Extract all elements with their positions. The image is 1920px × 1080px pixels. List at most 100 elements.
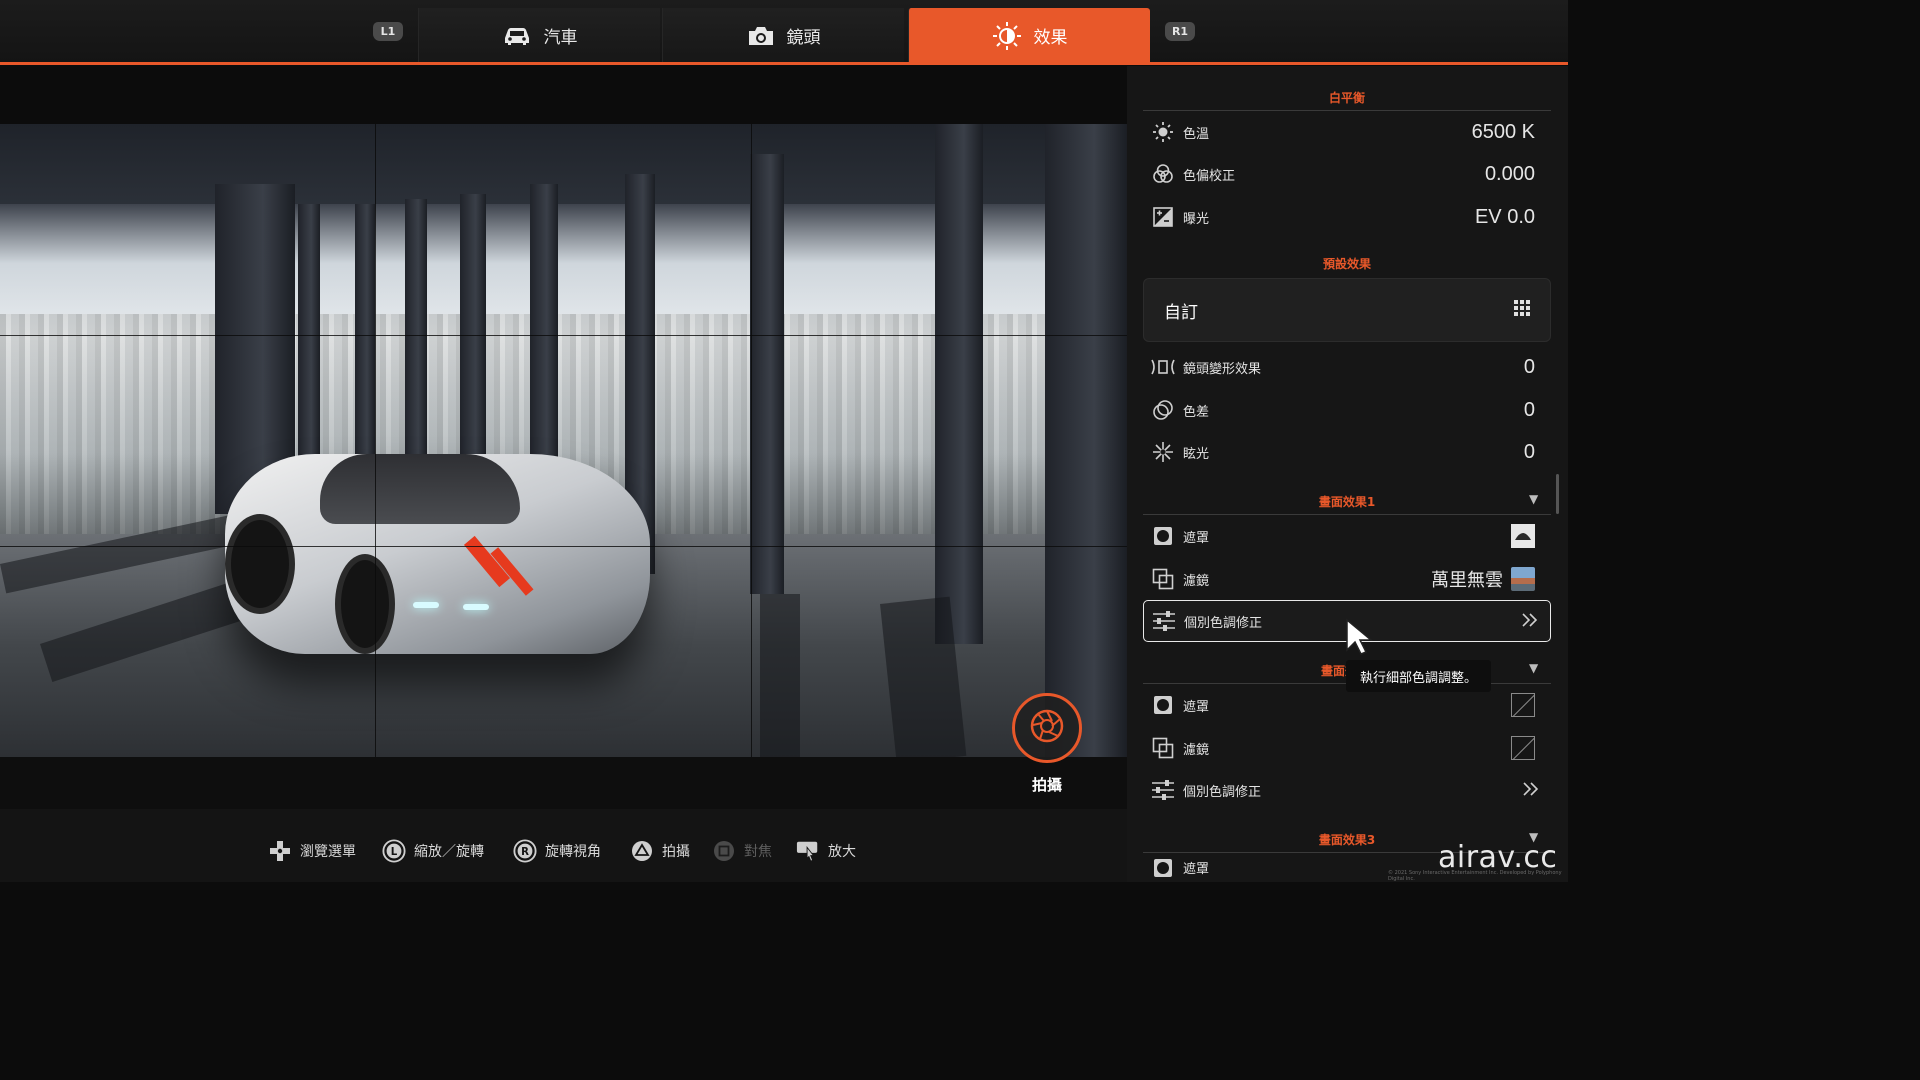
tint-correction-row[interactable]: 色偏校正 0.000 <box>1143 153 1551 195</box>
empty-thumbnail <box>1511 693 1535 717</box>
mask-row-1[interactable]: 遮罩 <box>1143 515 1551 557</box>
pillar <box>750 154 784 594</box>
car-wheel <box>225 514 295 614</box>
mask-thumbnail <box>1511 524 1535 548</box>
exposure-row[interactable]: 曝光 EV 0.0 <box>1143 196 1551 238</box>
r1-button-icon[interactable]: R1 <box>1165 22 1195 41</box>
lens-distortion-row[interactable]: 鏡頭變形效果 0 <box>1143 346 1551 388</box>
tooltip: 執行細部色調調整。 <box>1346 660 1492 692</box>
tab-effects-label: 效果 <box>1033 28 1068 48</box>
row-label: 曝光 <box>1183 211 1210 227</box>
hint-label: 旋轉視角 <box>545 844 601 860</box>
pillar <box>935 124 983 644</box>
tab-car-label: 汽車 <box>543 28 578 48</box>
row-value: 0.000 <box>1484 162 1535 185</box>
car-wheel <box>335 554 395 654</box>
color-adjust-row-2[interactable]: 個別色調修正 <box>1143 769 1551 811</box>
hint-capture: 拍攝 <box>630 840 690 862</box>
preset-value: 自訂 <box>1164 302 1198 323</box>
tab-underline <box>0 62 1568 65</box>
collapse-chevron-icon[interactable]: ▼ <box>1529 661 1538 675</box>
filter-value: 萬里無雲 <box>1431 570 1503 590</box>
l1-button-icon[interactable]: L1 <box>373 22 403 41</box>
row-label: 遮罩 <box>1183 699 1210 715</box>
hint-label: 放大 <box>828 844 856 860</box>
camera-icon <box>747 25 775 47</box>
row-label: 色偏校正 <box>1183 168 1236 184</box>
car-icon <box>502 25 532 47</box>
car-headlight <box>413 602 439 608</box>
glare-row[interactable]: 眩光 0 <box>1143 431 1551 473</box>
row-label: 眩光 <box>1183 446 1210 462</box>
dpad-icon <box>268 840 292 862</box>
section-title-white-balance: 白平衡 <box>1328 91 1365 105</box>
row-label: 個別色調修正 <box>1183 784 1262 800</box>
color-temperature-row[interactable]: 色溫 6500 K <box>1143 111 1551 153</box>
filter-thumbnail <box>1511 567 1535 591</box>
grid-line <box>751 124 752 757</box>
mask-icon <box>1143 526 1183 546</box>
row-label: 濾鏡 <box>1183 742 1210 758</box>
hint-rotate-view: R 旋轉視角 <box>513 839 601 863</box>
grid-line <box>0 546 1127 547</box>
filter-row-2[interactable]: 濾鏡 <box>1143 727 1551 769</box>
row-value: 0 <box>1523 440 1535 463</box>
section-title-preset: 預設效果 <box>1322 257 1371 271</box>
viewport-bottom-strip <box>0 757 1127 809</box>
row-value: 0 <box>1523 355 1535 378</box>
tab-camera[interactable]: 鏡頭 <box>662 8 904 63</box>
hint-zoom-rotate: L 縮放／旋轉 <box>382 839 484 863</box>
double-chevron-right-icon <box>1522 612 1550 631</box>
chromatic-aberration-row[interactable]: 色差 0 <box>1143 389 1551 431</box>
empty-thumbnail <box>1511 736 1535 760</box>
tab-camera-label: 鏡頭 <box>786 28 821 48</box>
filter-icon <box>1143 737 1183 759</box>
capture-label: 拍攝 <box>1031 776 1062 794</box>
pointer-cursor-icon <box>1345 618 1374 660</box>
photo-viewport[interactable] <box>0 124 1127 757</box>
hint-zoom-in: 放大 <box>796 840 856 862</box>
tab-effects[interactable]: 效果 <box>908 8 1150 63</box>
row-value: 0 <box>1523 398 1535 421</box>
mask-icon <box>1143 858 1183 878</box>
capture-button[interactable] <box>1012 693 1082 763</box>
car-cockpit <box>320 454 520 524</box>
svg-text:L: L <box>391 847 398 858</box>
hint-label: 瀏覽選單 <box>300 844 356 860</box>
lens-distortion-icon <box>1143 358 1183 376</box>
svg-text:R: R <box>521 847 529 858</box>
sliders-icon <box>1143 779 1183 801</box>
panel-scrollbar[interactable] <box>1556 474 1559 514</box>
filter-row-1[interactable]: 濾鏡 萬里無雲 <box>1143 558 1551 600</box>
triangle-button-icon <box>630 840 654 862</box>
touchpad-icon <box>796 840 820 862</box>
car-headlight <box>463 604 489 610</box>
collapse-chevron-icon[interactable]: ▼ <box>1529 492 1538 506</box>
sliders-icon <box>1144 610 1184 632</box>
brightness-icon <box>992 21 1022 51</box>
section-title-screen-effect-1: 畫面效果1 <box>1318 495 1376 509</box>
grid-line <box>0 335 1127 336</box>
shutter-icon <box>1030 709 1064 747</box>
filter-icon <box>1143 568 1183 590</box>
grid-menu-icon <box>1514 300 1530 320</box>
preset-selector[interactable]: 自訂 <box>1143 278 1551 342</box>
square-button-icon <box>712 840 736 862</box>
chromatic-aberration-icon <box>1143 399 1183 421</box>
hint-browse-menu: 瀏覽選單 <box>268 840 356 862</box>
row-label: 遮罩 <box>1183 530 1210 546</box>
floor-shadow <box>760 594 800 757</box>
row-value: 6500 K <box>1471 120 1535 143</box>
row-label: 色溫 <box>1183 126 1210 142</box>
mask-icon <box>1143 695 1183 715</box>
exposure-icon <box>1143 206 1183 228</box>
copyright-text: © 2021 Sony Interactive Entertainment In… <box>1388 870 1562 882</box>
color-circles-icon <box>1143 163 1183 185</box>
row-label: 色差 <box>1183 404 1210 420</box>
row-label: 鏡頭變形效果 <box>1183 361 1262 377</box>
race-car <box>225 454 650 654</box>
pillar <box>1045 124 1127 757</box>
sun-icon <box>1143 121 1183 143</box>
right-stick-icon: R <box>513 839 537 863</box>
tab-car[interactable]: 汽車 <box>418 8 660 63</box>
